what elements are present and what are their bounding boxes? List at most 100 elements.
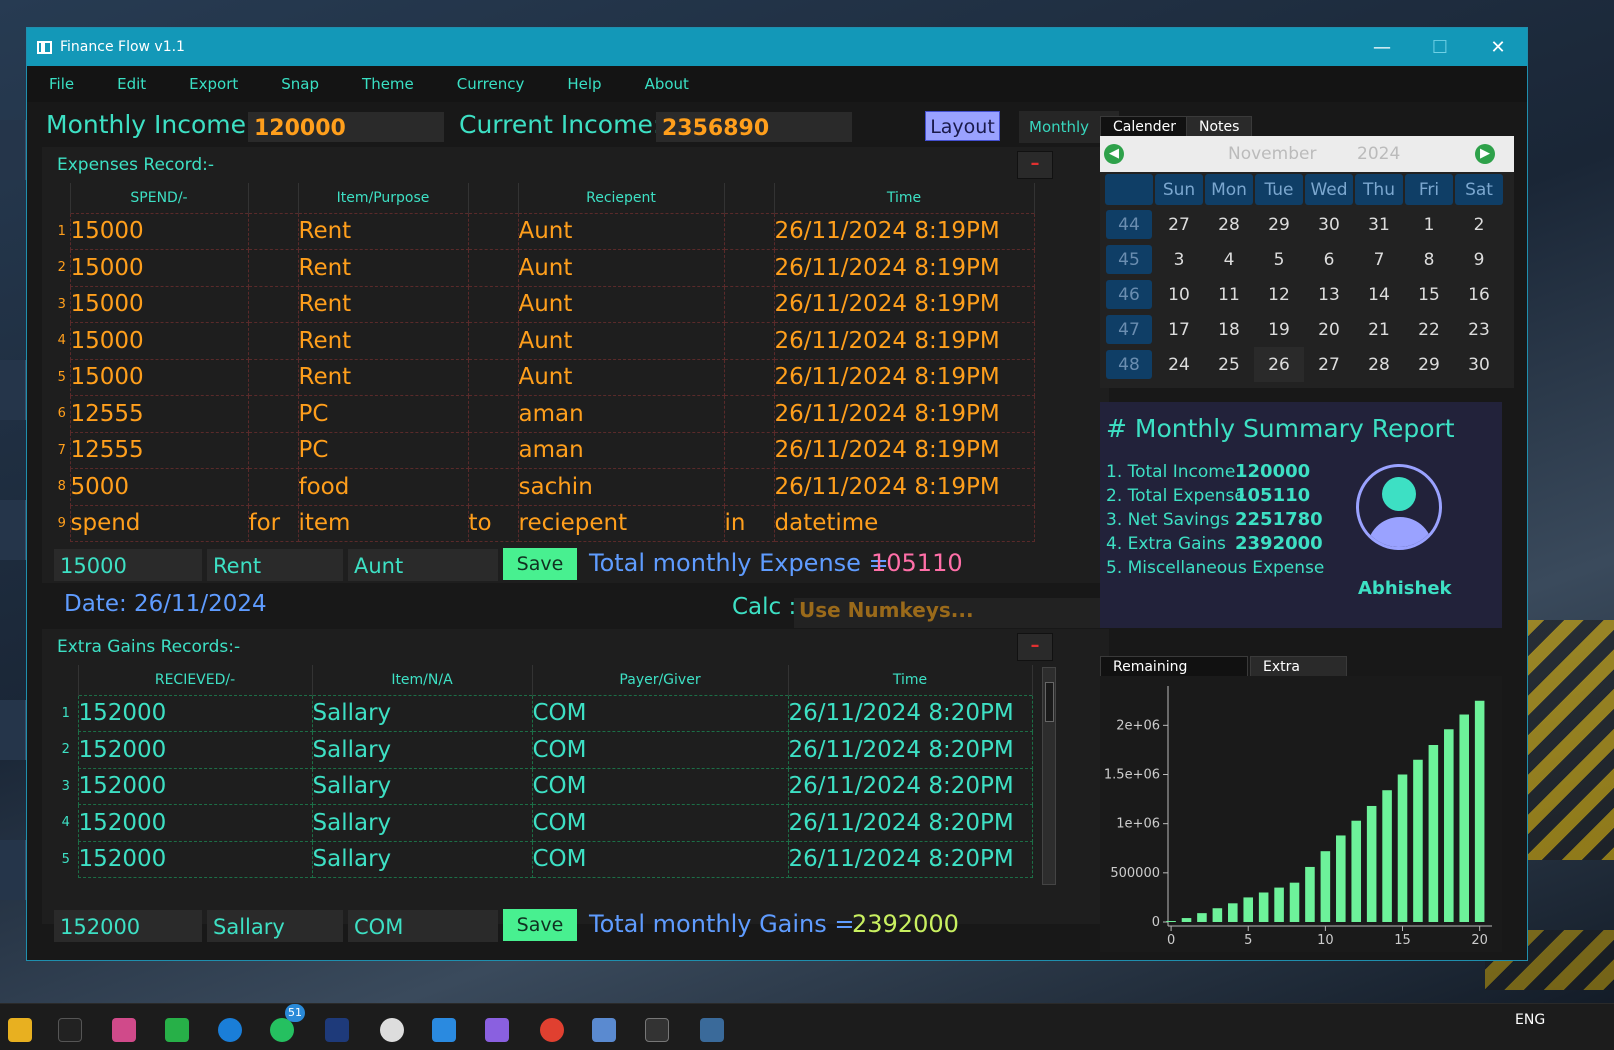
table-cell[interactable]: Rent	[297, 358, 469, 396]
layout-button[interactable]: Layout	[925, 111, 1000, 141]
table-cell[interactable]: Rent	[297, 285, 469, 323]
table-cell[interactable]	[723, 249, 775, 287]
table-row[interactable]: 1 152000 Sallary COM 26/11/2024 8:20PM	[54, 694, 1033, 732]
table-cell[interactable]: COM	[531, 804, 789, 842]
table-cell[interactable]: aman	[517, 431, 725, 469]
table-cell[interactable]: Aunt	[517, 249, 725, 287]
calendar-day[interactable]: 23	[1454, 312, 1504, 347]
calendar-day[interactable]: 11	[1204, 277, 1254, 312]
table-cell[interactable]: 15000	[69, 358, 249, 396]
table-cell[interactable]: for	[247, 504, 299, 542]
menu-snap[interactable]: Snap	[281, 75, 319, 93]
calendar-year[interactable]: 2024	[1357, 144, 1400, 164]
calendar-day[interactable]: 12	[1254, 277, 1304, 312]
terminal-icon[interactable]	[645, 1018, 669, 1042]
desktop-icon[interactable]	[0, 500, 26, 560]
table-cell[interactable]	[467, 249, 519, 287]
calendar-month[interactable]: November	[1228, 144, 1316, 164]
table-cell[interactable]: 26/11/2024 8:20PM	[787, 767, 1033, 805]
calendar-day[interactable]: 18	[1204, 312, 1254, 347]
table-cell[interactable]	[467, 395, 519, 433]
table-cell[interactable]: in	[723, 504, 775, 542]
table-cell[interactable]: Rent	[297, 249, 469, 287]
table-cell[interactable]: 26/11/2024 8:19PM	[773, 358, 1035, 396]
table-cell[interactable]: Sallary	[311, 767, 533, 805]
calendar-day[interactable]: 7	[1354, 242, 1404, 277]
title-bar[interactable]: Finance Flow v1.1 — ☐ ✕	[27, 28, 1527, 66]
calendar-day[interactable]: 14	[1354, 277, 1404, 312]
table-row[interactable]: 2 15000 Rent Aunt 26/11/2024 8:19PM	[54, 249, 1035, 287]
expense-save-button[interactable]: Save	[503, 548, 577, 580]
table-cell[interactable]	[723, 358, 775, 396]
monthly-income-field[interactable]: 120000	[248, 112, 444, 142]
expenses-remove-button[interactable]: –	[1017, 151, 1053, 179]
table-cell[interactable]: Sallary	[311, 731, 533, 769]
table-cell[interactable]	[723, 322, 775, 360]
calendar-day[interactable]: 17	[1154, 312, 1204, 347]
table-cell[interactable]: 26/11/2024 8:19PM	[773, 285, 1035, 323]
table-cell[interactable]: sachin	[517, 468, 725, 506]
menu-export[interactable]: Export	[189, 75, 238, 93]
table-cell[interactable]: 152000	[77, 694, 313, 732]
tab-notes[interactable]: Notes	[1186, 116, 1253, 138]
next-month-icon[interactable]: ▶	[1475, 144, 1495, 164]
expense-recipient-input[interactable]: Aunt	[348, 549, 498, 581]
table-cell[interactable]	[247, 468, 299, 506]
calendar-day[interactable]: 2	[1454, 207, 1504, 242]
table-row[interactable]: 8 5000 food sachin 26/11/2024 8:19PM	[54, 468, 1035, 506]
calendar-day[interactable]: 30	[1454, 347, 1504, 382]
close-button[interactable]: ✕	[1469, 37, 1527, 58]
current-income-field[interactable]: 2356890	[656, 112, 852, 142]
table-row[interactable]: 7 12555 PC aman 26/11/2024 8:19PM	[54, 431, 1035, 469]
menu-edit[interactable]: Edit	[117, 75, 146, 93]
table-cell[interactable]: 26/11/2024 8:20PM	[787, 731, 1033, 769]
table-cell[interactable]	[247, 285, 299, 323]
app-icon[interactable]	[165, 1018, 189, 1042]
table-cell[interactable]	[247, 395, 299, 433]
desktop-icon[interactable]	[0, 120, 26, 180]
table-cell[interactable]: Sallary	[311, 694, 533, 732]
gains-scrollbar[interactable]	[1042, 667, 1056, 885]
desktop-icon[interactable]	[0, 360, 26, 420]
table-cell[interactable]: 26/11/2024 8:20PM	[787, 804, 1033, 842]
table-cell[interactable]: 152000	[77, 731, 313, 769]
table-cell[interactable]	[247, 249, 299, 287]
calendar-day[interactable]: 27	[1304, 347, 1354, 382]
table-cell[interactable]: Sallary	[311, 840, 533, 878]
table-cell[interactable]: Sallary	[311, 804, 533, 842]
gain-payer-input[interactable]: COM	[348, 910, 498, 942]
table-cell[interactable]: 26/11/2024 8:19PM	[773, 395, 1035, 433]
table-cell[interactable]	[467, 285, 519, 323]
menu-help[interactable]: Help	[567, 75, 601, 93]
calendar-day[interactable]: 30	[1304, 207, 1354, 242]
photoshop-icon[interactable]	[325, 1018, 349, 1042]
copilot-icon[interactable]	[485, 1018, 509, 1042]
calendar-day[interactable]: 29	[1254, 207, 1304, 242]
chrome-icon[interactable]	[540, 1018, 564, 1042]
table-cell[interactable]: 26/11/2024 8:20PM	[787, 840, 1033, 878]
desktop-icon[interactable]	[0, 700, 26, 760]
gain-item-input[interactable]: Sallary	[207, 910, 343, 942]
table-cell[interactable]	[723, 285, 775, 323]
table-row[interactable]: 4 152000 Sallary COM 26/11/2024 8:20PM	[54, 804, 1033, 842]
table-cell[interactable]: 26/11/2024 8:19PM	[773, 431, 1035, 469]
table-cell[interactable]: food	[297, 468, 469, 506]
table-cell[interactable]: PC	[297, 431, 469, 469]
table-row[interactable]: 1 15000 Rent Aunt 26/11/2024 8:19PM	[54, 212, 1035, 250]
calendar-day[interactable]: 6	[1304, 242, 1354, 277]
calendar-day[interactable]: 20	[1304, 312, 1354, 347]
tab-remaining-income[interactable]: Remaining income	[1100, 656, 1248, 691]
table-cell[interactable]: item	[297, 504, 469, 542]
table-cell[interactable]: 5000	[69, 468, 249, 506]
table-cell[interactable]: 15000	[69, 212, 249, 250]
notepad-icon[interactable]	[592, 1018, 616, 1042]
calendar-day[interactable]: 3	[1154, 242, 1204, 277]
calendar-day[interactable]: 13	[1304, 277, 1354, 312]
expense-amount-input[interactable]: 15000	[54, 549, 202, 581]
table-cell[interactable]: Aunt	[517, 212, 725, 250]
edge-icon[interactable]	[218, 1018, 242, 1042]
table-cell[interactable]	[247, 431, 299, 469]
gain-save-button[interactable]: Save	[503, 909, 577, 941]
table-cell[interactable]: 26/11/2024 8:19PM	[773, 322, 1035, 360]
desktop-icon[interactable]	[0, 840, 26, 900]
